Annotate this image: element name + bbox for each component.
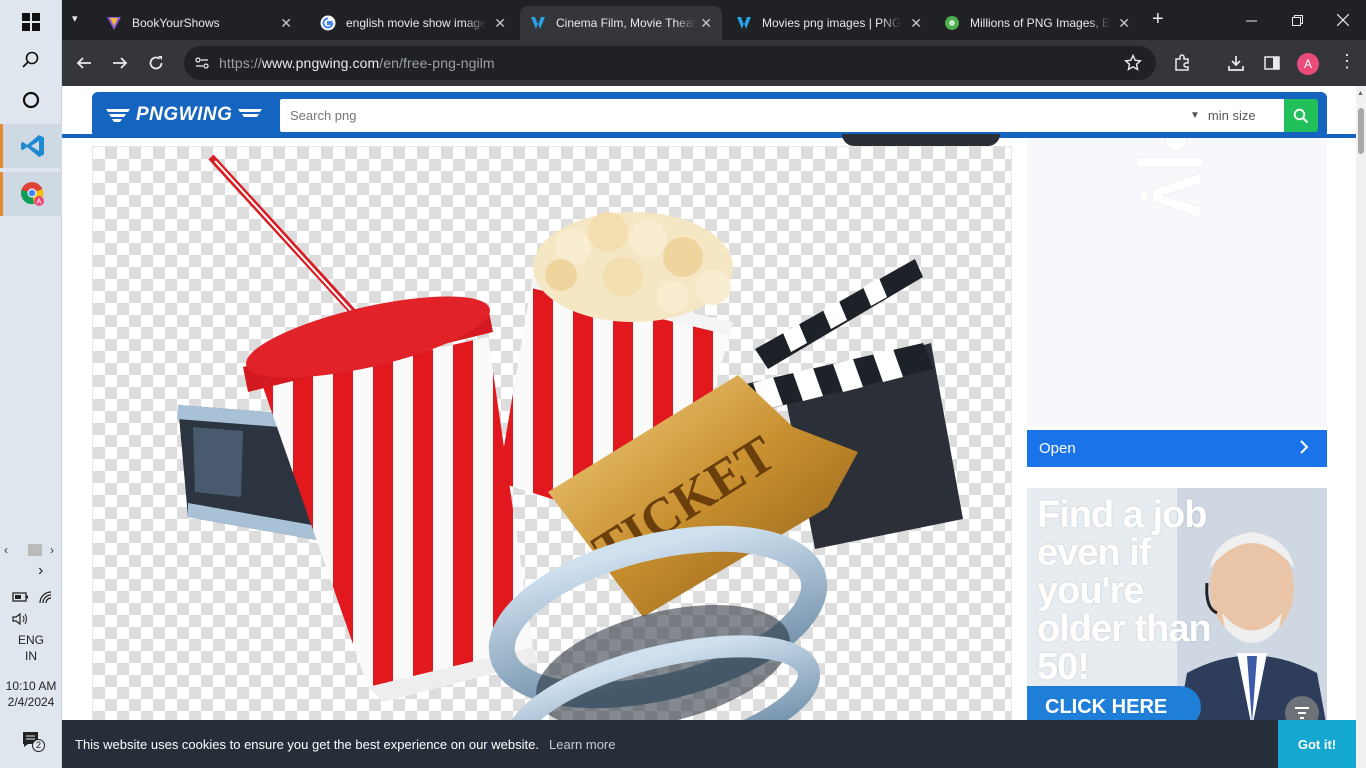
- open-button-label: Open: [1039, 440, 1076, 457]
- forward-arrow-icon[interactable]: [106, 49, 134, 77]
- profile-avatar[interactable]: A: [1297, 53, 1319, 75]
- got-it-button[interactable]: Got it!: [1278, 720, 1356, 768]
- notification-count-badge: 2: [32, 739, 45, 752]
- tab-google-search[interactable]: english movie show image ✕: [310, 6, 516, 40]
- min-size-dropdown[interactable]: ▼ min size: [1190, 99, 1256, 132]
- vscode-icon[interactable]: [0, 124, 62, 168]
- minimize-window-icon[interactable]: [1228, 0, 1274, 40]
- new-tab-plus-icon[interactable]: +: [1152, 9, 1164, 29]
- pngimages-icon: [945, 16, 959, 30]
- cortana-circle-icon[interactable]: [0, 78, 62, 122]
- close-tab-icon[interactable]: ✕: [280, 15, 292, 32]
- url-path: /en/free-png-ngilm: [379, 55, 495, 71]
- language-code: ENG: [17, 633, 44, 647]
- chrome-menu-kebab-icon[interactable]: ⋮: [1338, 52, 1356, 70]
- pngwing-icon: [737, 17, 751, 29]
- web-page: PNGWING ▼ min size: [62, 86, 1356, 768]
- language-indicator[interactable]: ENG IN: [0, 632, 62, 664]
- clock-date: 2/4/2024: [7, 695, 55, 709]
- logo-text: PNGWING: [136, 104, 233, 125]
- min-size-label: min size: [1207, 108, 1256, 123]
- svg-text:A: A: [36, 199, 41, 206]
- job-ad[interactable]: Find a job even if you're older than 50!…: [1027, 488, 1327, 728]
- tab-title: Cinema Film, Movie Theater: [556, 16, 696, 30]
- cinema-illustration: TICKET: [177, 154, 963, 768]
- tab-movies-png[interactable]: Movies png images | PNGWing ✕: [726, 6, 932, 40]
- sidebar-ad-banner[interactable]: •|Ṿ: [1027, 138, 1327, 426]
- close-tab-icon[interactable]: ✕: [1118, 15, 1130, 32]
- url-host: www.pngwing.com: [261, 55, 380, 71]
- open-ad-button[interactable]: Open: [1027, 430, 1327, 467]
- browser-tab-strip: ▾ BookYourShows ✕ english movie show ima…: [62, 0, 1366, 40]
- pngwing-icon: [531, 17, 545, 29]
- tab-search-chevron-icon[interactable]: ▾: [72, 12, 78, 25]
- pngwing-logo[interactable]: PNGWING: [106, 104, 263, 126]
- tab-title: english movie show image: [346, 16, 486, 30]
- restore-window-icon[interactable]: [1274, 0, 1320, 40]
- side-panel-icon[interactable]: [1258, 49, 1286, 77]
- notification-center-icon[interactable]: 2: [22, 730, 45, 759]
- scrollbar-thumb[interactable]: [1358, 108, 1364, 154]
- dropdown-caret-icon: ▼: [1190, 110, 1200, 121]
- close-window-icon[interactable]: [1320, 0, 1366, 40]
- scroll-up-arrow-icon[interactable]: ▲: [1357, 90, 1364, 97]
- back-arrow-icon[interactable]: [70, 49, 98, 77]
- page-scrollbar[interactable]: ▲: [1356, 86, 1366, 768]
- pngwing-wing-right-icon: [238, 109, 263, 117]
- pngwing-wing-icon: [106, 109, 130, 122]
- tab-title: Movies png images | PNGWing: [762, 16, 902, 30]
- region-code: IN: [25, 649, 37, 663]
- url-scheme: https://: [219, 55, 262, 71]
- tab-cinema-film[interactable]: Cinema Film, Movie Theater ✕: [520, 6, 722, 40]
- scroll-right-icon[interactable]: ›: [50, 543, 54, 557]
- reload-icon[interactable]: [142, 49, 170, 77]
- cookie-message: This website uses cookies to ensure you …: [75, 737, 539, 752]
- bookyourshows-icon: [107, 17, 121, 30]
- scroller-thumb[interactable]: [28, 544, 42, 556]
- magnifier-icon: [1293, 108, 1309, 123]
- close-tab-icon[interactable]: ✕: [700, 15, 712, 32]
- wifi-icon[interactable]: [38, 590, 54, 609]
- tab-millions-png[interactable]: Millions of PNG Images, Backgrounds ✕: [934, 6, 1140, 40]
- search-box: ▼ min size: [280, 99, 1285, 132]
- downloads-icon[interactable]: [1222, 49, 1250, 77]
- download-button-partial[interactable]: [842, 134, 1000, 146]
- address-bar[interactable]: https://www.pngwing.com/en/free-png-ngil…: [184, 46, 1156, 80]
- close-tab-icon[interactable]: ✕: [494, 15, 506, 32]
- show-hidden-icons-chevron-icon[interactable]: ›: [38, 562, 43, 580]
- volume-icon[interactable]: [12, 612, 30, 631]
- chrome-icon[interactable]: A: [0, 172, 62, 216]
- ad-decorative-text-icon: •|Ṿ: [1138, 138, 1216, 219]
- close-tab-icon[interactable]: ✕: [910, 15, 922, 32]
- tab-bookyourshows[interactable]: BookYourShows ✕: [96, 6, 302, 40]
- search-button[interactable]: [1284, 99, 1318, 132]
- png-preview-image[interactable]: TICKET: [92, 146, 1012, 768]
- bookmark-star-icon[interactable]: [1123, 53, 1143, 77]
- site-header: PNGWING ▼ min size: [92, 92, 1327, 138]
- ad-headline: Find a job even if you're older than 50!: [1037, 494, 1212, 688]
- site-info-icon[interactable]: [194, 55, 210, 76]
- taskbar-scroller[interactable]: ‹ ›: [4, 543, 60, 558]
- scroll-left-icon[interactable]: ‹: [4, 543, 8, 557]
- google-icon: [320, 15, 336, 31]
- tab-title: Millions of PNG Images, Backgrounds: [970, 16, 1110, 30]
- battery-icon[interactable]: [12, 590, 30, 609]
- url-text[interactable]: https://www.pngwing.com/en/free-png-ngil…: [219, 55, 495, 71]
- clock-time: 10:10 AM: [5, 679, 57, 693]
- browser-toolbar: https://www.pngwing.com/en/free-png-ngil…: [62, 40, 1366, 86]
- learn-more-link[interactable]: Learn more: [549, 737, 615, 752]
- cookie-consent-bar: This website uses cookies to ensure you …: [62, 720, 1356, 768]
- search-icon[interactable]: [0, 38, 62, 82]
- extensions-puzzle-icon[interactable]: [1168, 49, 1196, 77]
- clock[interactable]: 10:10 AM 2/4/2024: [0, 678, 62, 710]
- tab-title: BookYourShows: [132, 16, 220, 30]
- windows-taskbar: A ‹ › › ENG IN 10:10 AM 2/4/2024 2: [0, 0, 62, 768]
- search-input[interactable]: [280, 99, 1170, 132]
- chevron-right-icon: [1300, 440, 1309, 454]
